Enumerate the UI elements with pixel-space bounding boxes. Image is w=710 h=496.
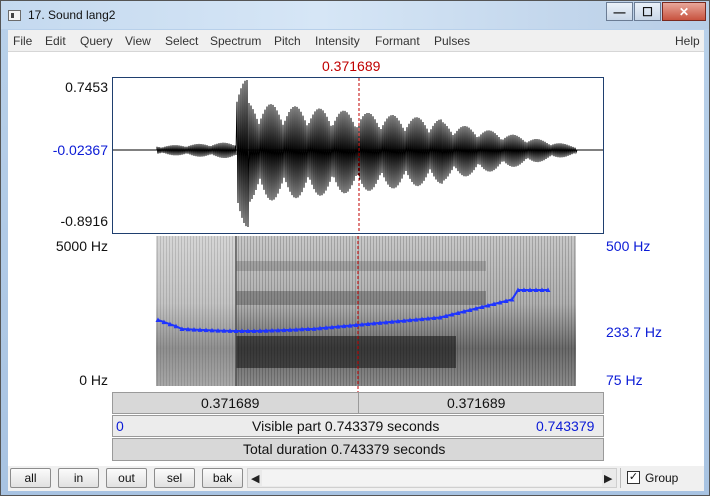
menu-pulses[interactable]: Pulses <box>434 34 470 48</box>
visible-part-label: Visible part 0.743379 seconds <box>252 418 440 434</box>
app-icon <box>8 10 21 21</box>
time-scrollbar[interactable]: ◀ ▶ <box>247 468 617 488</box>
bottom-toolbar: all in out sel bak ◀ ▶ ✓ Group <box>8 466 704 491</box>
title-bar[interactable]: 17. Sound lang2 — ☐ ✕ <box>1 1 709 29</box>
zoom-in-button[interactable]: in <box>58 468 99 488</box>
spectrogram-graph <box>155 236 576 392</box>
visible-start: 0 <box>116 418 124 434</box>
scroll-right-arrow-icon[interactable]: ▶ <box>604 472 612 485</box>
segment-divider <box>358 393 359 413</box>
window-title: 17. Sound lang2 <box>28 8 116 22</box>
pitch-axis-mid: 233.7 Hz <box>606 324 663 340</box>
selection-bar[interactable]: 0.371689 0.371689 <box>112 392 604 414</box>
total-duration-label: Total duration 0.743379 seconds <box>243 441 446 457</box>
minimize-button[interactable]: — <box>606 2 633 21</box>
zoom-out-button[interactable]: out <box>106 468 147 488</box>
sound-editor: 0.371689 0.7453 -0.02367 -0.8916 5000 Hz… <box>8 52 704 488</box>
maximize-button[interactable]: ☐ <box>634 2 661 21</box>
menu-select[interactable]: Select <box>165 34 198 48</box>
close-button[interactable]: ✕ <box>662 2 706 21</box>
editor-client-area: File Edit Query View Select Spectrum Pit… <box>8 30 704 491</box>
segment-left-duration: 0.371689 <box>201 395 260 411</box>
pitch-axis-bottom: 75 Hz <box>606 372 643 388</box>
formant-band-mid <box>236 291 486 305</box>
menu-help[interactable]: Help <box>675 34 700 48</box>
spectrogram-freq-bottom: 0 Hz <box>79 372 108 388</box>
praat-sound-window: 17. Sound lang2 — ☐ ✕ File Edit Query Vi… <box>0 0 710 496</box>
visible-end: 0.743379 <box>536 418 595 434</box>
menu-bar: File Edit Query View Select Spectrum Pit… <box>8 30 704 52</box>
total-duration-bar[interactable]: Total duration 0.743379 seconds <box>112 438 604 461</box>
scroll-left-arrow-icon[interactable]: ◀ <box>251 472 259 485</box>
menu-edit[interactable]: Edit <box>45 34 66 48</box>
zoom-all-button[interactable]: all <box>10 468 51 488</box>
formant-band-high <box>236 261 486 271</box>
waveform-y-max: 0.7453 <box>65 79 108 95</box>
pitch-axis-top: 500 Hz <box>606 238 651 254</box>
menu-formant[interactable]: Formant <box>375 34 420 48</box>
menu-intensity[interactable]: Intensity <box>315 34 360 48</box>
menu-query[interactable]: Query <box>80 34 113 48</box>
scroll-thumb[interactable] <box>262 470 602 486</box>
spectrogram-onset-region <box>156 236 236 386</box>
waveform-graph <box>113 78 603 233</box>
menu-view[interactable]: View <box>125 34 151 48</box>
waveform-y-min: -0.8916 <box>60 213 108 229</box>
group-label: Group <box>645 471 679 485</box>
formant-band-low <box>236 336 456 368</box>
menu-pitch[interactable]: Pitch <box>274 34 301 48</box>
toolbar-separator <box>620 468 621 488</box>
waveform-y-mid: -0.02367 <box>52 142 108 158</box>
spectrogram-panel[interactable] <box>112 236 604 392</box>
menu-spectrum[interactable]: Spectrum <box>210 34 261 48</box>
visible-part-bar[interactable]: 0 Visible part 0.743379 seconds 0.743379 <box>112 415 604 437</box>
menu-file[interactable]: File <box>13 34 32 48</box>
spectrogram-freq-top: 5000 Hz <box>55 238 108 254</box>
zoom-back-button[interactable]: bak <box>202 468 243 488</box>
segment-right-duration: 0.371689 <box>447 395 506 411</box>
waveform-panel[interactable] <box>112 77 604 234</box>
cursor-time-label: 0.371689 <box>322 58 381 74</box>
zoom-sel-button[interactable]: sel <box>154 468 195 488</box>
group-checkbox[interactable]: ✓ <box>627 471 640 484</box>
